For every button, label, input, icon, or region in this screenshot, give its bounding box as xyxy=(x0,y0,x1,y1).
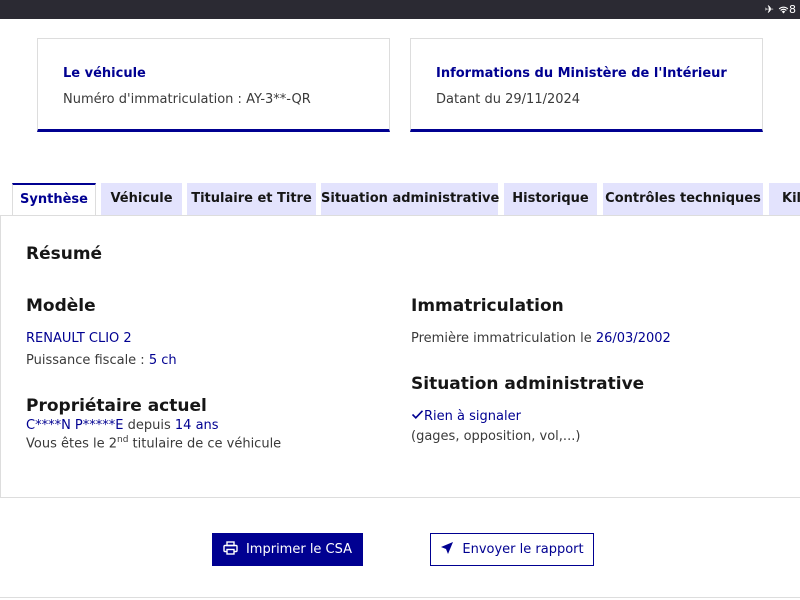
owner-rank-prefix: Vous êtes le 2 xyxy=(26,436,117,452)
tab-titulaire[interactable]: Titulaire et Titre xyxy=(187,183,316,215)
admin-status: Rien à signaler xyxy=(411,409,521,424)
registration-heading: Immatriculation xyxy=(411,296,564,316)
tab-situation-administrative[interactable]: Situation administrative xyxy=(321,183,499,215)
vehicle-card: Le véhicule Numéro d'immatriculation : A… xyxy=(37,38,390,132)
summary-title: Résumé xyxy=(26,244,103,264)
printer-icon xyxy=(223,540,238,559)
owner-since-label: depuis xyxy=(123,418,175,433)
owner-rank-suffix: titulaire de ce véhicule xyxy=(128,436,282,452)
send-report-label: Envoyer le rapport xyxy=(462,542,584,557)
footer-divider xyxy=(0,597,800,598)
first-registration-label: Première immatriculation le xyxy=(411,331,596,346)
owner-name: C****N P*****E xyxy=(26,418,124,433)
send-icon xyxy=(440,541,454,559)
status-text: 8 xyxy=(789,3,800,16)
status-icons: ✈ 8 xyxy=(765,3,800,16)
send-report-button[interactable]: Envoyer le rapport xyxy=(430,533,594,566)
model-name: RENAULT CLIO 2 xyxy=(26,331,132,346)
admin-status-text: Rien à signaler xyxy=(424,409,521,424)
synthese-panel: Résumé Modèle RENAULT CLIO 2 Puissance f… xyxy=(0,215,800,498)
first-registration-date: 26/03/2002 xyxy=(595,331,671,346)
first-registration: Première immatriculation le 26/03/2002 xyxy=(411,331,671,346)
owner-heading: Propriétaire actuel xyxy=(26,396,207,416)
vehicle-card-title: Le véhicule xyxy=(63,66,146,81)
owner-rank: Vous êtes le 2nd titulaire de ce véhicul… xyxy=(26,435,281,451)
admin-details: (gages, opposition, vol,...) xyxy=(411,429,581,444)
admin-heading: Situation administrative xyxy=(411,374,645,394)
fiscal-power-value: 5 ch xyxy=(148,353,177,368)
model-heading: Modèle xyxy=(26,296,96,316)
registration-number: Numéro d'immatriculation : AY-3**-QR xyxy=(63,92,311,107)
tab-kilometrage[interactable]: Kilo xyxy=(769,183,800,215)
fiscal-power-label: Puissance fiscale : xyxy=(26,353,149,368)
ministry-date: Datant du 29/11/2024 xyxy=(436,92,581,107)
tab-historique[interactable]: Historique xyxy=(504,183,597,215)
owner-since-value: 14 ans xyxy=(174,418,219,433)
wifi-icon xyxy=(778,3,789,16)
tab-controles-techniques[interactable]: Contrôles techniques xyxy=(603,183,763,215)
tab-bar: Synthèse Véhicule Titulaire et Titre Sit… xyxy=(12,183,800,215)
owner-rank-sup: nd xyxy=(117,435,129,445)
fiscal-power: Puissance fiscale : 5 ch xyxy=(26,353,177,368)
check-icon xyxy=(411,409,424,424)
owner-line: C****N P*****E depuis 14 ans xyxy=(26,418,219,433)
status-bar: ✈ 8 xyxy=(0,0,800,19)
print-csa-label: Imprimer le CSA xyxy=(245,542,353,557)
ministry-card: Informations du Ministère de l'Intérieur… xyxy=(410,38,763,132)
tab-vehicule[interactable]: Véhicule xyxy=(101,183,182,215)
print-csa-button[interactable]: Imprimer le CSA xyxy=(212,533,363,566)
tab-synthese[interactable]: Synthèse xyxy=(12,183,96,215)
airplane-icon: ✈ xyxy=(764,3,778,16)
ministry-card-title: Informations du Ministère de l'Intérieur xyxy=(436,66,727,81)
